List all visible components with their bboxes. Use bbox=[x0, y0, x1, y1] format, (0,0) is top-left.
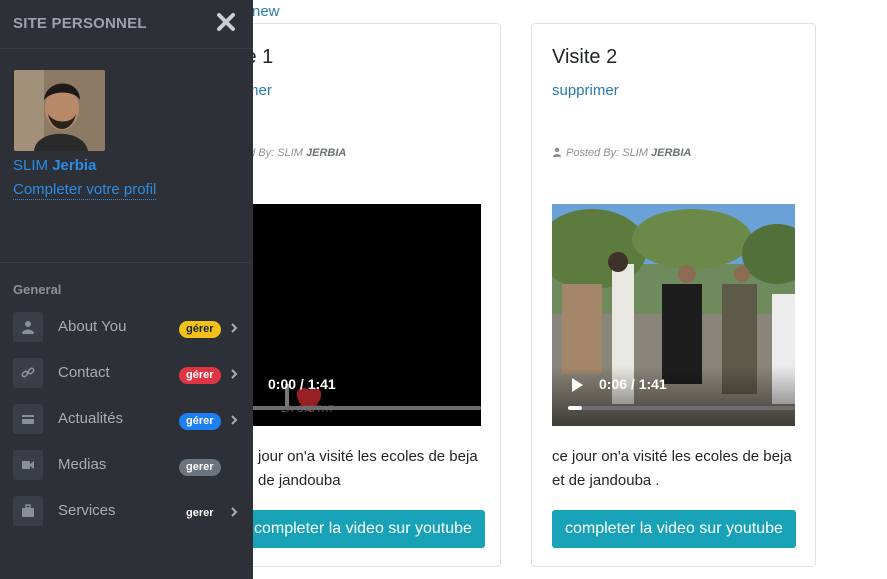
video-seekbar[interactable] bbox=[237, 406, 481, 410]
manage-badge[interactable]: gerer bbox=[179, 505, 221, 522]
sidebar-item-label: Medias bbox=[58, 456, 107, 473]
posted-by-author: JERBIA bbox=[650, 147, 692, 159]
chevron-right-icon bbox=[231, 507, 238, 517]
close-icon[interactable] bbox=[216, 12, 236, 32]
sidebar-item-label: Actualités bbox=[58, 410, 124, 427]
delete-link[interactable]: supprimer bbox=[552, 82, 619, 99]
video-player[interactable]: 0:06 / 1:41 bbox=[552, 204, 795, 426]
user-name[interactable]: SLIM Jerbia bbox=[13, 157, 96, 174]
youtube-button[interactable]: completer la video sur youtube bbox=[552, 510, 796, 548]
chevron-right-icon bbox=[231, 415, 238, 425]
sidebar-item-services[interactable]: Services gerer bbox=[0, 493, 253, 535]
briefcase-icon bbox=[13, 496, 43, 526]
manage-badge[interactable]: gérer bbox=[179, 321, 221, 338]
sidebar-item-label: Services bbox=[58, 502, 116, 519]
video-controls: 0:00 / 1:41 bbox=[221, 366, 481, 426]
posted-by: Posted By: SLIM JERBIA bbox=[552, 147, 691, 159]
play-icon[interactable] bbox=[572, 378, 583, 392]
video-seekbar[interactable] bbox=[568, 406, 795, 410]
user-last-name: Jerbia bbox=[52, 157, 97, 174]
video-icon bbox=[13, 450, 43, 480]
posted-by-author: JERBIA bbox=[305, 147, 347, 159]
manage-badge[interactable]: gérer bbox=[179, 367, 221, 384]
sidebar-title: SITE PERSONNEL bbox=[13, 15, 147, 32]
sidebar-item-label: About You bbox=[58, 318, 127, 335]
video-progress bbox=[568, 406, 582, 410]
user-icon bbox=[13, 312, 43, 342]
new-link[interactable]: new bbox=[252, 3, 280, 20]
sidebar-item-about-you[interactable]: About You gérer bbox=[0, 309, 253, 351]
video-time: 0:06 / 1:41 bbox=[599, 376, 667, 392]
video-card-2: Visite 2 supprimer Posted By: SLIM JERBI… bbox=[531, 23, 816, 567]
video-player[interactable]: LA CIOTAT 0:00 / 1:41 bbox=[221, 204, 481, 426]
sidebar-header: SITE PERSONNEL bbox=[0, 0, 253, 49]
sidebar-item-label: Contact bbox=[58, 364, 110, 381]
manage-badge[interactable]: gérer bbox=[179, 413, 221, 430]
sidebar-divider bbox=[0, 262, 253, 263]
card-icon bbox=[13, 404, 43, 434]
complete-profile-link[interactable]: Completer votre profil bbox=[13, 181, 157, 200]
posted-by-prefix: Posted By: SLIM bbox=[566, 147, 651, 159]
sidebar-item-medias[interactable]: Medias gerer bbox=[0, 447, 253, 489]
card-description: jour on'a visité les ecoles de beja de j… bbox=[258, 448, 478, 489]
card-description: ce jour on'a visité les ecoles de beja e… bbox=[552, 448, 792, 489]
user-first-name: SLIM bbox=[13, 157, 53, 174]
video-controls: 0:06 / 1:41 bbox=[552, 366, 795, 426]
sidebar: SITE PERSONNEL SLIM Jerbia Completer vot… bbox=[0, 0, 253, 579]
avatar[interactable] bbox=[14, 70, 105, 151]
link-icon bbox=[13, 358, 43, 388]
card-title: Visite 2 bbox=[552, 46, 618, 68]
avatar-image bbox=[14, 70, 105, 151]
chevron-right-icon bbox=[231, 323, 238, 333]
sidebar-item-actualites[interactable]: Actualités gérer bbox=[0, 401, 253, 443]
chevron-right-icon bbox=[231, 369, 238, 379]
sidebar-item-contact[interactable]: Contact gérer bbox=[0, 355, 253, 397]
section-heading: General bbox=[13, 282, 62, 297]
manage-badge[interactable]: gerer bbox=[179, 459, 221, 476]
youtube-button[interactable]: completer la video sur youtube bbox=[241, 510, 485, 548]
video-time: 0:00 / 1:41 bbox=[268, 376, 336, 392]
user-icon bbox=[553, 147, 561, 157]
